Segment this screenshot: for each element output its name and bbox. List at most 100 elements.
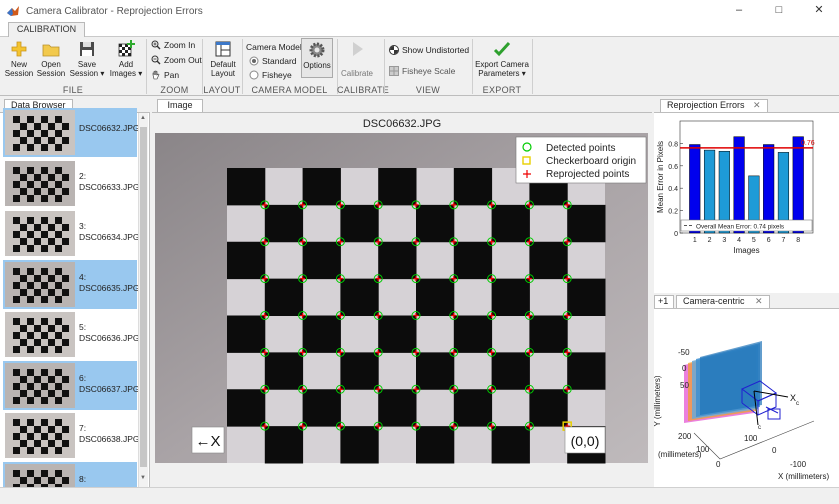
checker-square (340, 352, 379, 390)
y-tick-label: 0.2 (668, 209, 678, 216)
list-item[interactable]: 2: DSC06633.JPG (3, 159, 139, 208)
checker-square (567, 352, 606, 390)
window-title: Camera Calibrator - Reprojection Errors (26, 5, 203, 17)
export-section-label: EXPORT (482, 85, 522, 95)
camera-centric-header: +1 Camera-centric ✕ (654, 293, 839, 309)
new-session-label-1: New (10, 60, 27, 69)
origin-label: (0,0) (571, 433, 600, 449)
tab-image[interactable]: Image (157, 99, 203, 112)
camera-y-axis-subscript: c (758, 425, 761, 431)
thumbnail-label: 6: DSC06637.JPG (79, 373, 139, 395)
tab-camera-centric[interactable]: Camera-centric ✕ (676, 295, 770, 308)
default-layout-button[interactable]: Default Layout (206, 40, 240, 78)
zoom-in-icon (151, 40, 161, 50)
image-view[interactable]: DSC06632.JPG Detected points Checkerboar… (152, 113, 652, 487)
new-session-button[interactable]: New Session (4, 40, 34, 78)
scroll-down-arrow-icon[interactable]: ▼ (140, 475, 147, 483)
x-axis-label: Images (733, 246, 759, 255)
options-button[interactable]: Options (301, 38, 333, 78)
thumbnail-label: 2: DSC06633.JPG (79, 171, 139, 193)
image-thumbnail (5, 211, 75, 256)
camera-centric-plot[interactable]: X c c Y (millimeters) -50 0 50 200 100 0… (654, 309, 839, 487)
thumbnail-index: 2: (79, 170, 87, 181)
save-disk-icon (80, 42, 94, 56)
zoom-in-button[interactable]: Zoom In (151, 40, 195, 50)
checker-square (340, 278, 379, 316)
show-undistorted-button[interactable]: Show Undistorted (389, 45, 469, 55)
x-axis-direction-label: ←X (195, 433, 220, 450)
close-tab-icon[interactable]: ✕ (753, 100, 761, 110)
export-label-1: Export Camera (475, 60, 529, 69)
thumbnail-filename: DSC06634.JPG (79, 232, 140, 242)
tab-camera-centric-label: Camera-centric (683, 296, 745, 306)
x-tick: -100 (790, 460, 807, 469)
view-section-label: VIEW (415, 85, 441, 95)
reprojection-chart[interactable]: 0 0.2 0.4 0.6 0.8 1 2 3 4 5 6 7 8 0.76 Overall Mean Er… (654, 113, 839, 293)
bar[interactable] (792, 136, 804, 234)
image-panel-header: Image (152, 97, 652, 113)
tab-reprojection-label: Reprojection Errors (667, 100, 745, 110)
separator (532, 39, 533, 94)
z-axis-label: (millimeters) (658, 450, 702, 459)
scrollbar-thumb[interactable] (140, 127, 147, 467)
options-label: Options (303, 61, 331, 70)
bar[interactable] (689, 144, 701, 234)
minimize-button[interactable]: – (719, 0, 759, 22)
add-images-button[interactable]: Add Images ▾ (108, 40, 144, 78)
thumbnail-filename: DSC06637.JPG (79, 383, 140, 394)
x-tick-label: 5 (752, 237, 756, 244)
tab-calibration[interactable]: CALIBRATION (8, 22, 85, 37)
thumbnail-filename: DSC06632.JPG (79, 123, 140, 133)
bar[interactable] (733, 136, 745, 234)
x-tick-label: 7 (781, 237, 785, 244)
list-item[interactable]: 3: DSC06634.JPG (3, 209, 139, 258)
bar[interactable] (763, 144, 775, 234)
pan-button[interactable]: Pan (151, 70, 179, 80)
standard-label: Standard (262, 56, 297, 66)
data-browser-scrollbar[interactable]: ▲ ▼ (138, 113, 148, 487)
list-item[interactable]: DSC06632.JPG (3, 108, 140, 157)
show-undistorted-label: Show Undistorted (402, 45, 470, 55)
radio-unselected-icon (249, 70, 259, 80)
save-session-button[interactable]: Save Session ▾ (68, 40, 106, 78)
maximize-button[interactable]: □ (759, 0, 799, 22)
title-bar: Camera Calibrator - Reprojection Errors … (0, 0, 839, 22)
add-images-label-1: Add (118, 60, 134, 69)
open-session-button[interactable]: Open Session (36, 40, 66, 78)
calibrate-button[interactable]: Calibrate (339, 40, 375, 78)
zoom-out-button[interactable]: Zoom Out (151, 55, 202, 65)
z-tick: 0 (716, 460, 721, 469)
fisheye-scale-button[interactable]: Fisheye Scale (389, 66, 455, 76)
image-thumbnail (5, 362, 75, 408)
y-tick-label: 0 (674, 231, 678, 238)
side-tab[interactable]: +1 (654, 295, 674, 308)
close-button[interactable]: ✕ (799, 0, 839, 22)
export-camera-parameters-button[interactable]: Export Camera Parameters ▾ (474, 40, 530, 78)
x-tick: 100 (744, 434, 758, 443)
list-item[interactable]: 4: DSC06635.JPG (3, 259, 140, 309)
list-item[interactable]: 6: DSC06637.JPG (3, 360, 139, 410)
reprojection-errors-panel: Reprojection Errors ✕ 0 0.2 0.4 0.6 0.8 1 2 3 4 5… (654, 97, 839, 293)
list-item[interactable]: 7: DSC06638.JPG (3, 411, 140, 460)
standard-radio[interactable]: Standard (249, 56, 297, 66)
thumbnail-filename: DSC06635.JPG (79, 282, 140, 293)
x-tick-label: 4 (737, 237, 741, 244)
zoom-section-label: ZOOM (160, 85, 189, 95)
scroll-up-arrow-icon[interactable]: ▲ (140, 115, 147, 123)
checker-square (264, 278, 304, 316)
checker-square (491, 426, 530, 464)
fisheye-radio[interactable]: Fisheye (249, 70, 292, 80)
pan-label: Pan (164, 70, 180, 80)
image-thumbnail (5, 413, 75, 458)
list-item[interactable]: 5: DSC06636.JPG (3, 310, 139, 359)
tab-reprojection-errors[interactable]: Reprojection Errors ✕ (660, 99, 768, 112)
thumbnail-label: 3: DSC06634.JPG (79, 221, 139, 243)
close-tab-icon[interactable]: ✕ (755, 296, 763, 306)
add-images-icon (118, 40, 135, 57)
radio-selected-icon (249, 56, 259, 66)
image-legend: Detected points Checkerboard origin Repr… (515, 136, 647, 184)
thumbnail-filename: DSC06638.JPG (79, 434, 140, 444)
thumbnail-index: 6: (79, 372, 87, 383)
reprojection-header: Reprojection Errors ✕ (654, 97, 839, 113)
checker-square (529, 241, 568, 280)
